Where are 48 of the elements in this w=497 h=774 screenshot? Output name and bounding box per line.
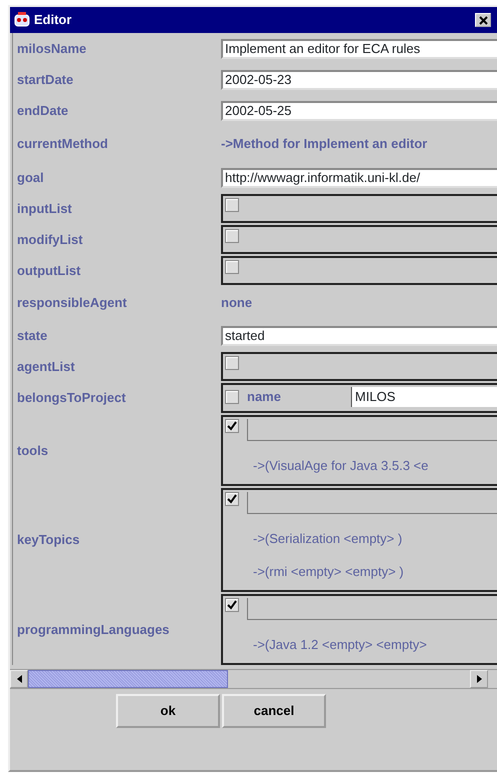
scroll-right-button[interactable] bbox=[470, 670, 488, 688]
checkbox[interactable] bbox=[225, 390, 239, 404]
list-item[interactable]: ->(Java 1.2 <empty> <empty> bbox=[253, 637, 497, 653]
text-field[interactable]: started bbox=[221, 326, 497, 346]
field-label: state bbox=[16, 326, 48, 345]
subfield-label: name bbox=[247, 388, 282, 406]
checkbox[interactable] bbox=[225, 260, 239, 274]
checkbox[interactable] bbox=[225, 229, 239, 243]
scroll-thumb[interactable] bbox=[28, 670, 228, 688]
field-label: startDate bbox=[16, 70, 74, 89]
cancel-button[interactable]: cancel bbox=[222, 694, 326, 728]
text-field[interactable]: http://wwwagr.informatik.uni-kl.de/ bbox=[221, 168, 497, 188]
scroll-left-button[interactable] bbox=[10, 670, 28, 688]
field-label: milosName bbox=[16, 40, 88, 58]
window-title: Editor bbox=[34, 11, 72, 30]
checkbox[interactable] bbox=[225, 598, 239, 612]
field-label: modifyList bbox=[16, 230, 84, 249]
field-value: none bbox=[221, 295, 252, 310]
horizontal-scrollbar[interactable] bbox=[10, 669, 497, 689]
field-label: goal bbox=[16, 168, 45, 187]
list-item[interactable]: ->(Serialization <empty> ) bbox=[253, 531, 497, 547]
app-icon bbox=[13, 11, 31, 29]
list-item[interactable]: ->(VisualAge for Java 3.5.3 <e bbox=[253, 458, 497, 474]
field-label: belongsToProject bbox=[16, 388, 127, 407]
field-label: responsibleAgent bbox=[16, 294, 128, 312]
left-arrow-icon bbox=[16, 675, 22, 683]
right-arrow-icon bbox=[476, 675, 482, 683]
field-label: tools bbox=[16, 442, 50, 460]
text-field[interactable]: Implement an editor for ECA rules bbox=[221, 38, 497, 58]
field-label: agentList bbox=[16, 358, 76, 376]
close-icon bbox=[478, 16, 488, 24]
ok-button[interactable]: ok bbox=[116, 694, 220, 728]
text-field[interactable]: MILOS bbox=[351, 386, 497, 406]
field-label: inputList bbox=[16, 200, 73, 218]
text-field[interactable]: 2002-05-23 bbox=[221, 70, 497, 90]
field-label: outputList bbox=[16, 262, 82, 280]
close-button[interactable] bbox=[475, 13, 491, 27]
reference-link[interactable]: ->Method for Implement an editor bbox=[221, 136, 428, 151]
list-item[interactable]: ->(rmi <empty> <empty> ) bbox=[253, 564, 497, 580]
field-label: currentMethod bbox=[16, 135, 109, 154]
field-label: keyTopics bbox=[16, 531, 81, 550]
checkbox[interactable] bbox=[225, 492, 239, 506]
checkbox[interactable] bbox=[225, 356, 239, 370]
field-label: programmingLanguages bbox=[16, 620, 170, 639]
field-label: endDate bbox=[16, 102, 70, 120]
checkbox[interactable] bbox=[225, 198, 239, 212]
text-field[interactable]: 2002-05-25 bbox=[221, 100, 497, 120]
checkbox[interactable] bbox=[225, 419, 239, 433]
